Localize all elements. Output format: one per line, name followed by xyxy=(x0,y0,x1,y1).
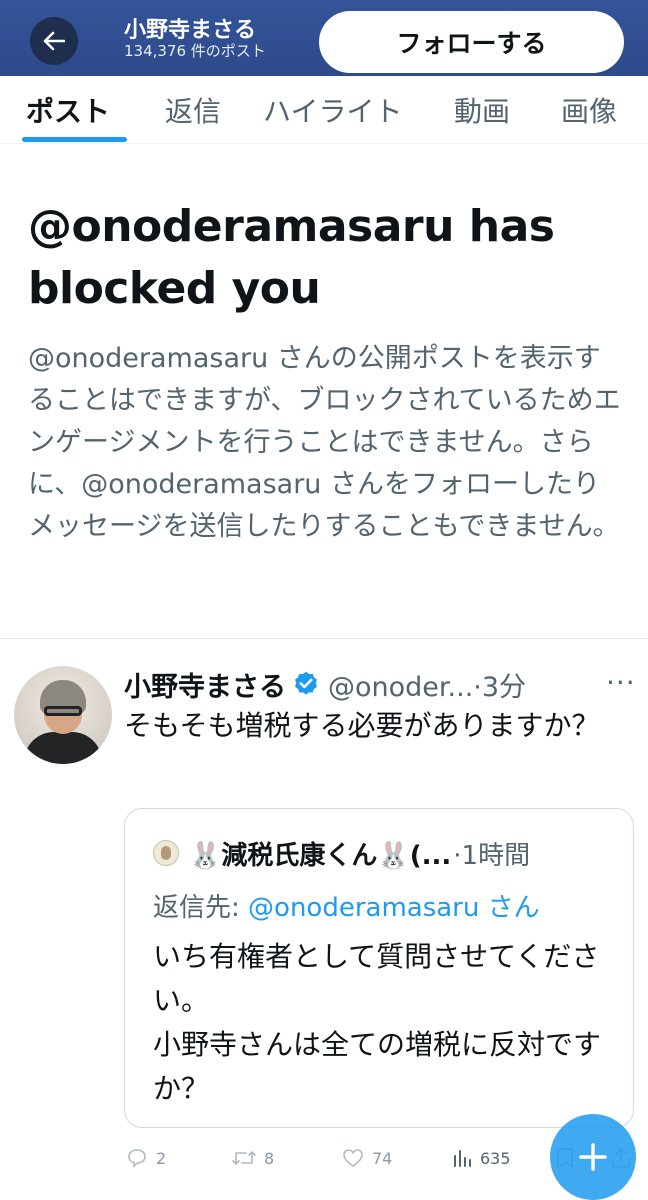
blocked-notice-description: @onoderamasaru さんの公開ポストを表示することはできますが、ブロッ… xyxy=(28,343,621,542)
back-arrow-icon xyxy=(43,31,65,51)
quoted-text-line: 小野寺さんは全ての増税に反対ですか？ xyxy=(153,1028,602,1105)
repost-icon xyxy=(232,1151,256,1165)
like-button[interactable]: 74 xyxy=(340,1146,392,1170)
heart-icon xyxy=(343,1149,363,1167)
quoted-tweet-header: 🐰減税氏康くん🐰(... ·1時間 xyxy=(153,833,530,873)
follow-button[interactable]: フォローする xyxy=(319,11,624,73)
quoted-avatar xyxy=(153,840,179,866)
quoted-author-name: 🐰減税氏康くん🐰(... xyxy=(189,840,452,871)
reply-count: 2 xyxy=(156,1148,167,1168)
verified-badge-icon xyxy=(292,670,320,698)
quoted-tweet-text: いち有権者として質問させてください。 小野寺さんは全ての増税に反対ですか？ xyxy=(153,935,613,1111)
reply-to-line: 返信先: @onoderamasaru さん xyxy=(153,887,540,924)
reply-to-prefix: 返信先: xyxy=(153,893,249,923)
compose-post-button[interactable] xyxy=(550,1114,636,1200)
quoted-text-line: いち有権者として質問させてください。 xyxy=(153,940,600,1017)
header-post-count: 134,376 件のポスト xyxy=(124,42,266,60)
reply-icon xyxy=(128,1149,146,1168)
reply-mention-link[interactable]: @onoderamasaru さん xyxy=(248,893,540,923)
like-count: 74 xyxy=(372,1148,393,1168)
tab-images[interactable]: 画像 xyxy=(561,90,617,130)
views-button[interactable]: 635 xyxy=(450,1146,511,1170)
tab-videos[interactable]: 動画 xyxy=(454,90,510,130)
tab-replies[interactable]: 返信 xyxy=(165,90,221,130)
tweet-text: そもそも増税する必要がありますか？ xyxy=(124,709,600,742)
plus-icon xyxy=(579,1143,607,1171)
tweet-handle-time: @onoder...·3分 xyxy=(328,671,527,703)
views-chart-icon xyxy=(454,1150,471,1167)
active-tab-indicator xyxy=(22,137,127,142)
quoted-tweet[interactable]: 🐰減税氏康くん🐰(... ·1時間 返信先: @onoderamasaru さん… xyxy=(124,808,634,1128)
repost-count: 8 xyxy=(264,1148,275,1168)
repost-button[interactable]: 8 xyxy=(230,1146,274,1170)
tweet-header: 小野寺まさる @onoder...·3分 xyxy=(124,664,526,704)
profile-tabs: ポスト 返信 ハイライト 動画 画像 xyxy=(0,76,648,144)
profile-header: 小野寺まさる 134,376 件のポスト フォローする xyxy=(0,0,648,76)
quoted-time: ·1時間 xyxy=(453,840,531,871)
tweet-author-name[interactable]: 小野寺まさる xyxy=(124,665,286,704)
more-options-icon[interactable]: ··· xyxy=(606,666,636,699)
divider xyxy=(0,638,648,639)
tab-posts[interactable]: ポスト xyxy=(26,90,110,130)
view-count: 635 xyxy=(480,1148,511,1168)
blocked-notice-title: @onoderamasaru has blocked you xyxy=(28,201,555,314)
back-button[interactable] xyxy=(30,17,78,65)
avatar[interactable] xyxy=(14,666,112,764)
reply-button[interactable]: 2 xyxy=(124,1146,166,1170)
tab-highlights[interactable]: ハイライト xyxy=(263,90,402,130)
